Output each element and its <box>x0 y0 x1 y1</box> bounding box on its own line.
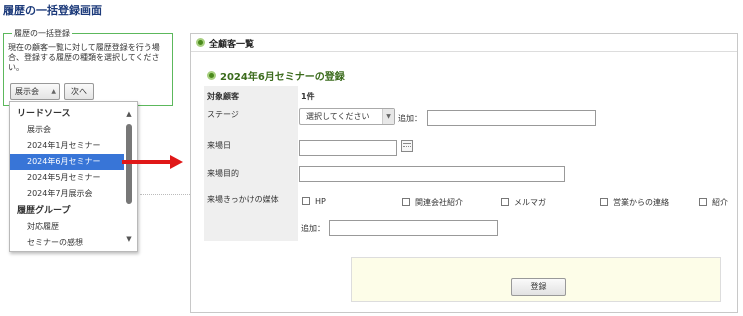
fieldset-description: 現在の顧客一覧に対して履歴登録を行う場合、登録する履歴の種類を選択してください。 <box>8 43 160 72</box>
register-button[interactable]: 登録 <box>511 278 566 296</box>
divider <box>140 194 190 195</box>
dropdown-option[interactable]: 2024年7月展示会 <box>10 186 124 202</box>
media-add-input[interactable] <box>329 220 498 236</box>
next-button[interactable]: 次へ <box>64 83 94 100</box>
dropdown-option[interactable]: 2024年1月セミナー <box>10 138 124 154</box>
media-label: 来場きっかけの媒体 <box>207 195 279 204</box>
dropdown-option[interactable]: 対応履歴 <box>10 219 124 235</box>
target-count: 1件 <box>301 92 315 101</box>
media-checkbox-referral[interactable]: 紹介 <box>699 197 728 208</box>
chevron-down-icon: ▼ <box>382 109 394 124</box>
circle-bullet-icon <box>196 38 205 47</box>
media-checkbox-affiliate[interactable]: 関連会社紹介 <box>402 197 463 208</box>
panel-header: 全顧客一覧 <box>191 34 737 52</box>
dropdown-group-label: リードソース <box>17 109 71 119</box>
dropdown-option[interactable]: 2024年5月セミナー <box>10 170 124 186</box>
dropdown-option[interactable]: 展示会 <box>10 122 124 138</box>
red-arrowhead-icon <box>170 155 183 169</box>
checkbox-icon[interactable] <box>699 198 707 206</box>
scroll-up-icon[interactable]: ▲ <box>125 110 133 118</box>
target-label: 対象顧客 <box>207 92 239 101</box>
media-add-label: 追加： <box>301 224 325 233</box>
red-arrow-icon <box>122 160 172 164</box>
checkbox-icon[interactable] <box>600 198 608 206</box>
panel-header-title: 全顧客一覧 <box>209 40 255 50</box>
history-type-select[interactable]: 展示会 ▲ <box>10 83 60 100</box>
caret-up-icon: ▲ <box>51 88 56 95</box>
visit-date-label: 来場日 <box>207 141 231 150</box>
visit-date-input[interactable] <box>299 140 397 156</box>
checkbox-icon[interactable] <box>302 197 310 205</box>
submit-area: 登録 <box>351 257 721 302</box>
checkbox-icon[interactable] <box>501 198 509 206</box>
stage-select[interactable]: 選択してください ▼ <box>299 108 395 125</box>
history-type-dropdown[interactable]: リードソース 展示会 2024年1月セミナー 2024年6月セミナー 2024年… <box>9 101 138 252</box>
visit-purpose-label: 来場目的 <box>207 169 239 178</box>
stage-add-input[interactable] <box>427 110 596 126</box>
circle-bullet-icon <box>207 71 216 80</box>
calendar-icon[interactable] <box>401 140 413 152</box>
checkbox-icon[interactable] <box>402 198 410 206</box>
page-title: 履歴の一括登録画面 <box>3 4 102 17</box>
dropdown-option[interactable]: セミナーの感想 <box>10 235 124 251</box>
stage-add-label: 追加： <box>398 114 422 123</box>
section-title: 2024年6月セミナーの登録 <box>220 72 345 83</box>
fieldset-legend: 履歴の一括登録 <box>12 28 72 39</box>
dropdown-group-label: 履歴グループ <box>17 206 71 216</box>
history-type-value: 展示会 <box>15 87 39 96</box>
visit-purpose-input[interactable] <box>299 166 565 182</box>
stage-select-value: 選択してください <box>306 112 370 121</box>
media-checkbox-hp[interactable]: HP <box>302 197 326 206</box>
main-panel: 全顧客一覧 2024年6月セミナーの登録 対象顧客 1件 ステージ 選択してくだ… <box>190 33 738 313</box>
scroll-down-icon[interactable]: ▼ <box>125 235 133 243</box>
scrollbar-thumb[interactable] <box>126 124 132 204</box>
media-checkbox-newsletter[interactable]: メルマガ <box>501 197 546 208</box>
dropdown-option-selected[interactable]: 2024年6月セミナー <box>10 154 124 170</box>
stage-label: ステージ <box>207 110 239 119</box>
media-checkbox-sales[interactable]: 営業からの連絡 <box>600 197 669 208</box>
